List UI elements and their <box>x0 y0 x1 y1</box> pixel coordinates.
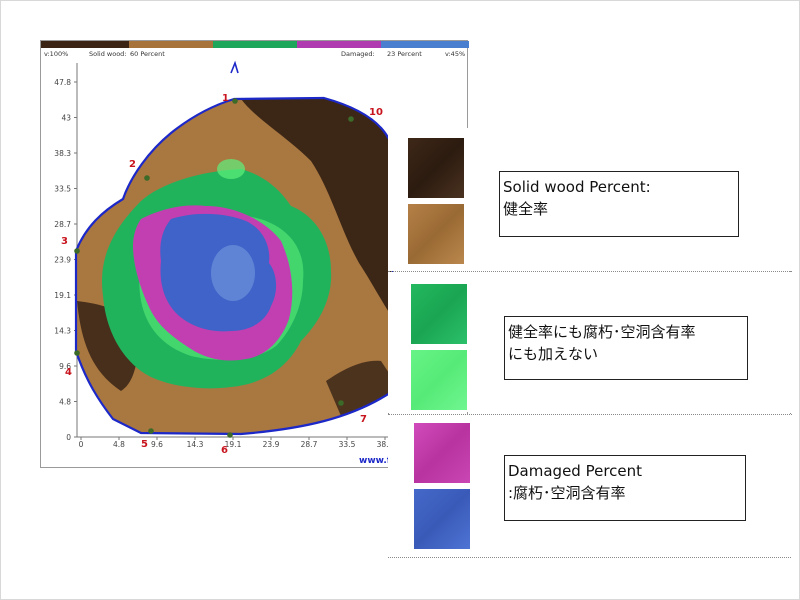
sensor-label-10: 10 <box>369 107 383 118</box>
swatch-blue <box>414 489 470 549</box>
x-tick-label: 14.3 <box>187 440 204 449</box>
x-tick-label: 4.8 <box>113 440 125 449</box>
legend-bar-left-text: v:100% <box>44 50 68 58</box>
sensor-point-5 <box>148 428 154 434</box>
swatch-light-wood <box>408 204 464 264</box>
legend-bar-segment-brown <box>129 41 213 48</box>
swatch-green-dark <box>411 284 467 344</box>
field-green-upper-patch <box>217 159 245 179</box>
legend-bar-segment-green <box>213 41 297 48</box>
legend-bar-solid-label: Solid wood: <box>89 50 127 58</box>
field-blue-highlight <box>211 245 255 301</box>
y-tick-label: 0 <box>66 433 71 442</box>
y-tick-label: 28.7 <box>54 220 71 229</box>
sensor-point-6 <box>227 432 233 438</box>
legend-bar-solid-value: 60 Percent <box>130 50 165 58</box>
sensor-label-2: 2 <box>129 159 136 170</box>
sensor-point-3 <box>74 248 80 254</box>
legend-bar-damaged-label: Damaged: <box>341 50 375 58</box>
solid-wood-label-line2: 健全率 <box>503 200 549 218</box>
y-tick-labels: 47.84338.333.528.723.919.114.39.64.80 <box>54 78 77 442</box>
y-tick-label: 19.1 <box>54 291 71 300</box>
solid-wood-label-box: Solid wood Percent: 健全率 <box>499 171 739 237</box>
damaged-label-line1: Damaged Percent <box>508 462 643 480</box>
legend-bar-damaged-value: 23 Percent <box>387 50 422 58</box>
sensor-label-6: 6 <box>221 445 228 456</box>
x-tick-label: 23.9 <box>263 440 280 449</box>
sensor-point-4 <box>74 350 80 356</box>
x-tick-label: 33.5 <box>339 440 356 449</box>
x-tick-label: 28.7 <box>301 440 318 449</box>
swatch-dark-wood <box>408 138 464 198</box>
healthy-label-line2: にも加えない <box>508 345 599 363</box>
sensor-label-1: 1 <box>222 93 229 104</box>
legend-row-damaged: Damaged Percent :腐朽･空洞含有率 <box>388 415 791 557</box>
damaged-label-box: Damaged Percent :腐朽･空洞含有率 <box>504 455 746 521</box>
legend-bar-segment-blue <box>381 41 469 48</box>
north-arrow-icon <box>230 60 239 74</box>
solid-wood-label-line1: Solid wood Percent: <box>503 178 651 196</box>
watermark-url: www.f <box>359 456 391 466</box>
damaged-label-line2: :腐朽･空洞含有率 <box>508 484 626 502</box>
legend-bar-segment-magenta <box>297 41 381 48</box>
legend-row-healthy: 健全率にも腐朽･空洞含有率 にも加えない <box>388 272 791 412</box>
cross-section-field <box>76 98 393 434</box>
sensor-point-2 <box>144 175 150 181</box>
sensor-point-7 <box>338 400 344 406</box>
x-tick-label: 9.6 <box>151 440 163 449</box>
y-tick-label: 23.9 <box>54 256 71 265</box>
legend-bar-right-text: v:45% <box>445 50 465 58</box>
y-tick-label: 47.8 <box>54 78 71 87</box>
legend-bar-segment-dark <box>41 41 129 48</box>
x-tick-labels: 0 4.8 9.6 14.3 19.1 23.9 28.7 33.5 38.3 <box>79 437 394 449</box>
sensor-label-3: 3 <box>61 236 68 247</box>
swatch-magenta <box>414 423 470 483</box>
swatch-green-light <box>411 350 467 410</box>
sensor-label-4: 4 <box>65 367 72 378</box>
sensor-point-10 <box>348 116 354 122</box>
sensor-label-7: 7 <box>360 414 367 425</box>
y-tick-label: 14.3 <box>54 327 71 336</box>
x-tick-label: 0 <box>79 440 84 449</box>
y-tick-label: 43 <box>61 114 71 123</box>
y-tick-label: 4.8 <box>59 398 71 407</box>
healthy-label-line1: 健全率にも腐朽･空洞含有率 <box>508 323 696 341</box>
healthy-label-box: 健全率にも腐朽･空洞含有率 にも加えない <box>504 316 748 380</box>
y-tick-label: 38.3 <box>54 149 71 158</box>
legend-row-solid: Solid wood Percent: 健全率 <box>388 128 791 271</box>
sensor-label-5: 5 <box>141 439 148 450</box>
sensor-point-1 <box>232 98 238 104</box>
y-tick-label: 33.5 <box>54 185 71 194</box>
